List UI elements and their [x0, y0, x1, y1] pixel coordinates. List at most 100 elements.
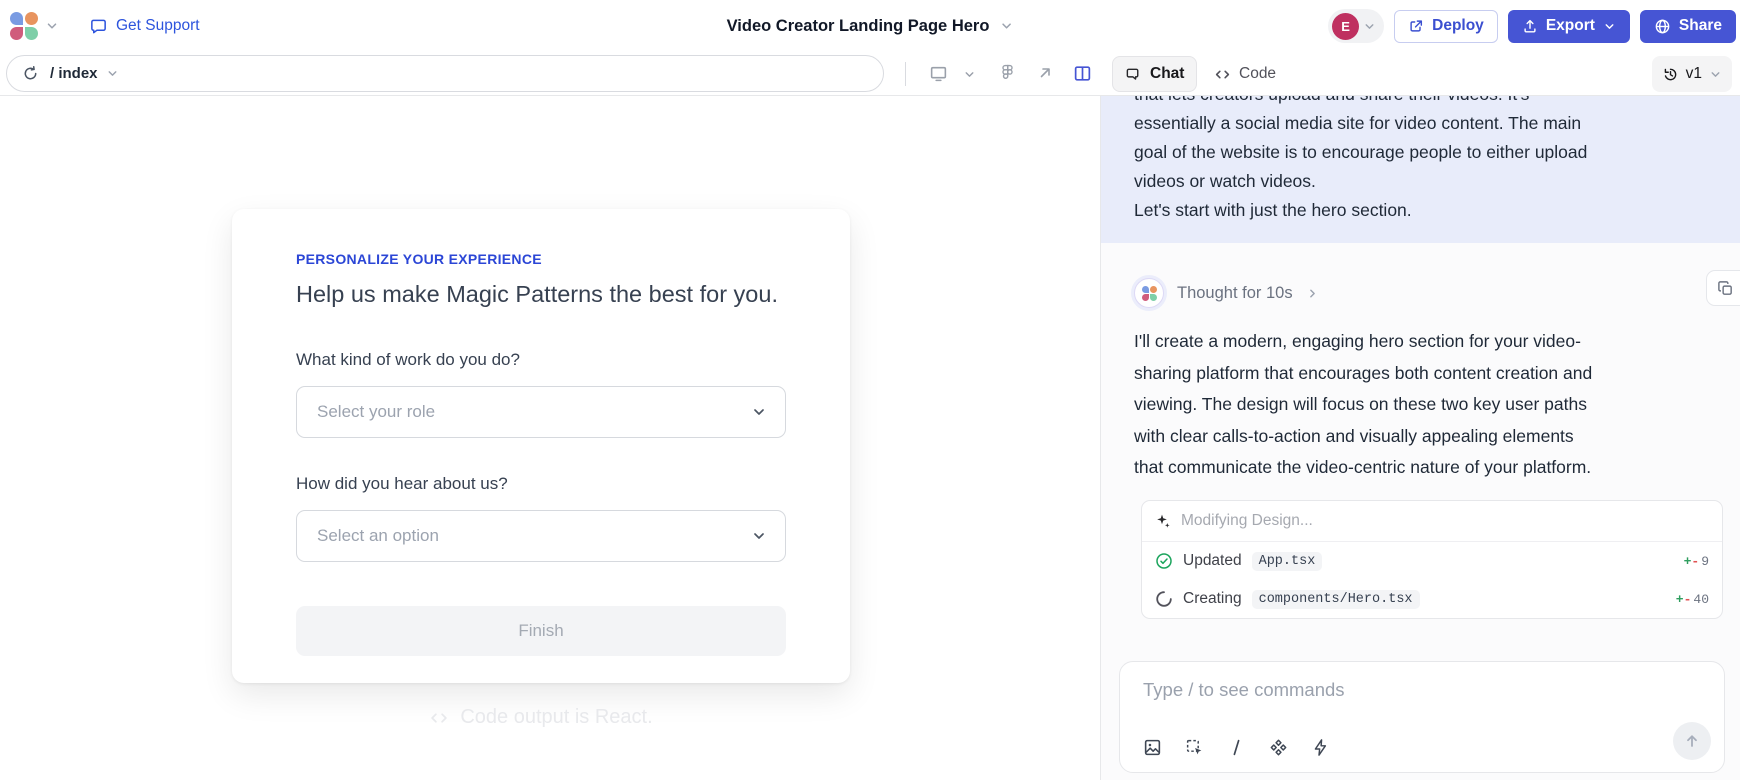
build-steps-header: Modifying Design...: [1142, 501, 1722, 542]
magic-patterns-logo-icon: [10, 12, 38, 40]
role-select-placeholder: Select your role: [317, 402, 435, 422]
export-button[interactable]: Export: [1508, 10, 1630, 43]
personalize-modal: PERSONALIZE YOUR EXPERIENCE Help us make…: [232, 209, 850, 683]
step-status: Updated: [1183, 552, 1242, 570]
sparkle-icon: [1155, 513, 1171, 529]
version-label: v1: [1686, 65, 1702, 83]
deploy-button[interactable]: Deploy: [1394, 10, 1498, 43]
chat-tab-label: Chat: [1150, 65, 1184, 83]
components-icon[interactable]: [1269, 738, 1288, 757]
account-menu-button[interactable]: E: [1328, 9, 1384, 43]
diff-stat: +-40: [1676, 592, 1709, 607]
globe-icon: [1654, 18, 1671, 35]
device-chevron-down-icon[interactable]: [963, 68, 976, 81]
get-support-button[interactable]: Get Support: [89, 17, 200, 36]
route-selector[interactable]: / index: [50, 65, 119, 82]
chevron-down-icon: [999, 19, 1013, 33]
chat-bubble-icon: [1125, 66, 1142, 83]
copy-message-button[interactable]: [1706, 270, 1740, 306]
chat-panel: that lets creators upload and share thei…: [1100, 96, 1740, 780]
assistant-message-text: I'll create a modern, engaging hero sect…: [1134, 326, 1734, 484]
export-label: Export: [1546, 17, 1595, 35]
diff-minus: -: [1684, 592, 1692, 607]
route-path: / index: [50, 65, 98, 82]
preview-canvas: PERSONALIZE YOUR EXPERIENCE Help us make…: [0, 96, 1100, 780]
source-select[interactable]: Select an option: [296, 510, 786, 562]
build-step-row: Creating components/Hero.tsx +-40: [1142, 580, 1722, 618]
user-message-bubble: that lets creators upload and share thei…: [1101, 96, 1740, 243]
tab-chat[interactable]: Chat: [1112, 56, 1197, 92]
lightning-icon[interactable]: [1311, 738, 1330, 757]
send-button[interactable]: [1673, 722, 1711, 760]
chevron-down-icon: [751, 404, 767, 420]
diff-count: 9: [1701, 554, 1709, 569]
project-title-button[interactable]: Video Creator Landing Page Hero: [727, 0, 1014, 52]
arrow-up-icon: [1683, 732, 1701, 750]
upload-icon: [1522, 18, 1538, 34]
framework-note-text: Code output is React.: [460, 706, 652, 729]
diff-stat: +-9: [1684, 554, 1709, 569]
magic-patterns-logo-icon: [1142, 286, 1157, 301]
select-element-icon[interactable]: [1185, 738, 1204, 757]
chevron-down-icon: [751, 528, 767, 544]
build-steps-title: Modifying Design...: [1181, 512, 1313, 530]
split-panel-icon[interactable]: [1073, 64, 1092, 83]
role-question-label: What kind of work do you do?: [296, 350, 786, 370]
modal-eyebrow: PERSONALIZE YOUR EXPERIENCE: [296, 251, 786, 267]
build-steps-card: Modifying Design... Updated App.tsx +-9 …: [1141, 500, 1723, 619]
chevron-down-icon: [45, 19, 59, 33]
topbar: Get Support Video Creator Landing Page H…: [0, 0, 1740, 52]
check-circle-icon: [1155, 552, 1173, 570]
topbar-left: Get Support: [10, 0, 200, 52]
external-link-icon: [1408, 18, 1424, 34]
chevron-down-icon: [1603, 20, 1616, 33]
step-file-chip[interactable]: components/Hero.tsx: [1252, 590, 1420, 609]
version-history-button[interactable]: v1: [1652, 56, 1732, 92]
source-select-placeholder: Select an option: [317, 526, 439, 546]
slash-command-icon[interactable]: [1227, 738, 1246, 757]
refresh-icon[interactable]: [22, 65, 39, 82]
share-button[interactable]: Share: [1640, 10, 1736, 43]
step-file-chip[interactable]: App.tsx: [1252, 552, 1323, 571]
copy-icon: [1717, 280, 1734, 297]
figma-icon[interactable]: [999, 64, 1016, 81]
chat-bubble-icon: [89, 17, 108, 36]
build-step-row: Updated App.tsx +-9: [1142, 542, 1722, 580]
device-preview-button[interactable]: [929, 64, 948, 83]
user-message-text: that lets creators upload and share thei…: [1134, 96, 1717, 225]
image-attach-icon[interactable]: [1143, 738, 1162, 757]
project-title: Video Creator Landing Page Hero: [727, 17, 990, 36]
chat-input[interactable]: Type / to see commands: [1119, 661, 1725, 773]
chevron-down-icon: [1363, 20, 1376, 33]
role-select[interactable]: Select your role: [296, 386, 786, 438]
diff-minus: -: [1691, 554, 1699, 569]
code-icon: [1214, 66, 1231, 83]
chevron-down-icon: [106, 67, 119, 80]
workspace-menu-button[interactable]: [10, 12, 59, 40]
share-label: Share: [1679, 17, 1722, 35]
tab-code[interactable]: Code: [1214, 56, 1276, 92]
deploy-label: Deploy: [1432, 17, 1484, 35]
topbar-right: E Deploy Export Share: [1328, 0, 1736, 52]
diff-plus: +: [1676, 592, 1684, 607]
avatar: E: [1332, 13, 1359, 40]
thought-toggle[interactable]: Thought for 10s: [1134, 278, 1319, 308]
url-bar[interactable]: / index: [6, 55, 884, 92]
source-question-label: How did you hear about us?: [296, 474, 786, 494]
thought-label: Thought for 10s: [1177, 284, 1293, 303]
diff-count: 40: [1693, 592, 1709, 607]
finish-button[interactable]: Finish: [296, 606, 786, 656]
chevron-down-icon: [1709, 68, 1722, 81]
chat-input-toolbar: [1143, 738, 1330, 757]
get-support-label: Get Support: [116, 17, 200, 35]
chat-input-placeholder: Type / to see commands: [1143, 679, 1345, 701]
chevron-right-icon: [1306, 287, 1319, 300]
spinner-icon: [1155, 590, 1173, 608]
code-icon: [429, 708, 449, 728]
history-icon: [1662, 66, 1679, 83]
code-tab-label: Code: [1239, 65, 1276, 83]
diff-plus: +: [1684, 554, 1692, 569]
open-in-new-icon[interactable]: [1036, 64, 1054, 82]
framework-note: Code output is React.: [232, 706, 850, 729]
toolbar: / index Chat Code v1: [0, 52, 1740, 96]
